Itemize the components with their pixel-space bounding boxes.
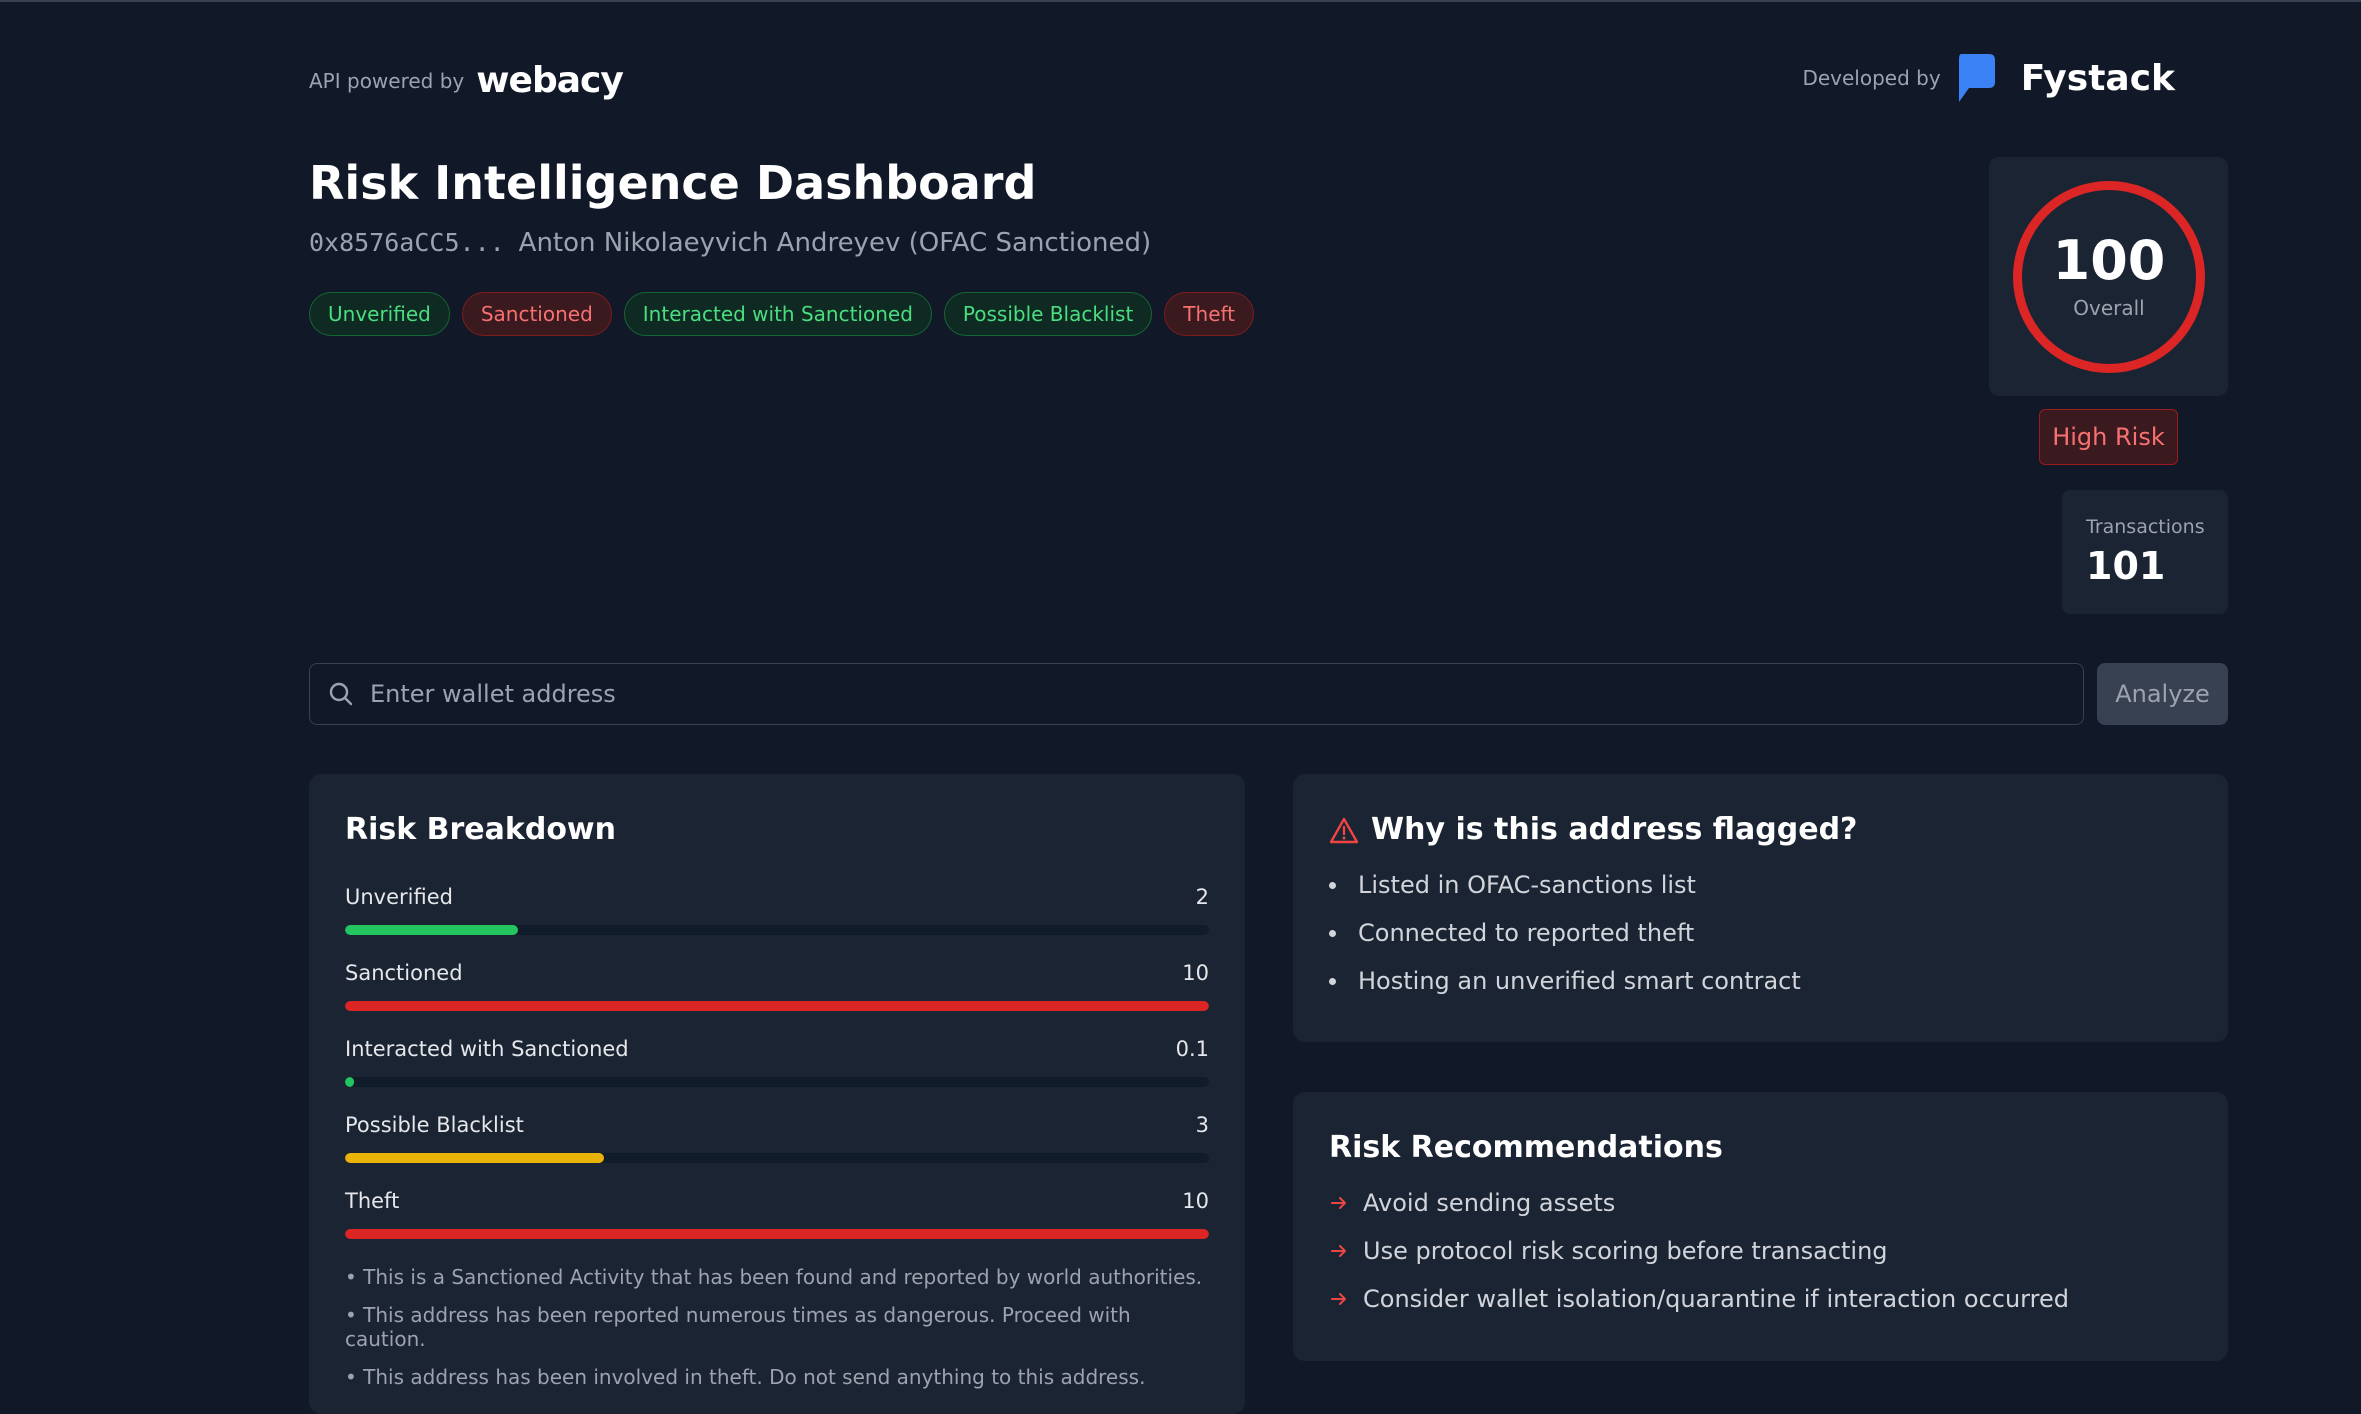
recommendation-text: Consider wallet isolation/quarantine if … <box>1363 1285 2069 1313</box>
risk-breakdown-list: Unverified 2 Sanctioned 10 Interacted with S… <box>345 885 1209 1239</box>
transactions-value: 101 <box>2086 544 2166 588</box>
breakdown-label: Sanctioned <box>345 961 463 985</box>
warning-icon <box>1329 817 1359 843</box>
wallet-address[interactable]: 0x8576aCC5... <box>309 228 505 257</box>
risk-tag: Sanctioned <box>461 292 612 336</box>
flagged-item-text: Connected to reported theft <box>1358 919 1695 947</box>
breakdown-bar-fill <box>345 1077 354 1087</box>
breakdown-bar-fill <box>345 925 518 935</box>
breakdown-value: 3 <box>1195 1113 1209 1137</box>
flagged-item-text: Hosting an unverified smart contract <box>1358 967 1801 995</box>
breakdown-value: 10 <box>1182 961 1209 985</box>
developed-label: Developed by <box>1802 66 1941 90</box>
risk-breakdown-card: Risk Breakdown Unverified 2 Sanctioned 10 In… <box>309 774 1245 1414</box>
risk-tag: Theft <box>1164 292 1255 336</box>
recommendations-list: Avoid sending assets Use protocol risk sc… <box>1329 1189 2192 1313</box>
breakdown-value: 10 <box>1182 1189 1209 1213</box>
breakdown-row: Interacted with Sanctioned 0.1 <box>345 1037 1209 1087</box>
risk-tag: Interacted with Sanctioned <box>623 292 932 336</box>
score-label: Overall <box>2073 296 2145 320</box>
recommendations-title: Risk Recommendations <box>1329 1130 1723 1165</box>
transactions-card: Transactions 101 <box>2062 490 2228 614</box>
risk-breakdown-title: Risk Breakdown <box>345 812 616 847</box>
flagged-item: Listed in OFAC-sanctions list <box>1329 871 2192 899</box>
risk-notes: • This is a Sanctioned Activity that has… <box>345 1265 1209 1389</box>
recommendation-text: Use protocol risk scoring before transac… <box>1363 1237 1888 1265</box>
breakdown-value: 0.1 <box>1175 1037 1209 1061</box>
breakdown-row: Sanctioned 10 <box>345 961 1209 1011</box>
breakdown-bar-track <box>345 1229 1209 1239</box>
breakdown-label: Theft <box>345 1189 400 1213</box>
flagged-item-text: Listed in OFAC-sanctions list <box>1358 871 1696 899</box>
breakdown-row: Theft 10 <box>345 1189 1209 1239</box>
risk-recommendations-card: Risk Recommendations Avoid sending asset… <box>1293 1092 2228 1361</box>
fystack-logo-icon <box>1958 54 1995 102</box>
breakdown-bar-track <box>345 925 1209 935</box>
breakdown-label: Interacted with Sanctioned <box>345 1037 629 1061</box>
flagged-list: Listed in OFAC-sanctions list Connected t… <box>1329 871 2192 995</box>
transactions-label: Transactions <box>2086 516 2205 538</box>
breakdown-bar-track <box>345 1077 1209 1087</box>
arrow-right-icon <box>1331 1245 1346 1257</box>
score-card: 100 Overall <box>1989 157 2228 396</box>
breakdown-value: 2 <box>1195 885 1209 909</box>
risk-note: • This address has been reported numerou… <box>345 1303 1131 1351</box>
risk-tags: Unverified Sanctioned Interacted with Sanc… <box>309 292 1255 336</box>
analyze-button[interactable]: Analyze <box>2097 663 2228 725</box>
search-icon <box>329 682 353 706</box>
breakdown-bar-track <box>345 1153 1209 1163</box>
breakdown-bar-track <box>345 1001 1209 1011</box>
flagged-item: Connected to reported theft <box>1329 919 2192 947</box>
risk-level-badge: High Risk <box>2039 409 2178 465</box>
arrow-right-icon <box>1331 1197 1346 1209</box>
webacy-logo[interactable]: webacy <box>476 60 624 101</box>
breakdown-row: Unverified 2 <box>345 885 1209 935</box>
risk-tag: Possible Blacklist <box>943 292 1153 336</box>
flagged-title: Why is this address flagged? <box>1371 812 1858 847</box>
breakdown-label: Unverified <box>345 885 453 909</box>
breakdown-label: Possible Blacklist <box>345 1113 524 1137</box>
recommendation-item: Avoid sending assets <box>1329 1189 2192 1217</box>
score-value: 100 <box>2052 229 2166 292</box>
powered-label: API powered by <box>309 68 465 93</box>
fystack-brand[interactable]: Fystack <box>2021 58 2175 99</box>
recommendation-text: Avoid sending assets <box>1363 1189 1616 1217</box>
recommendation-item: Consider wallet isolation/quarantine if … <box>1329 1285 2192 1313</box>
arrow-right-icon <box>1331 1293 1346 1305</box>
developed-by: Developed by Fystack <box>1802 52 2175 104</box>
entity-name: Anton Nikolaeyvich Andreyev (OFAC Sancti… <box>518 228 1152 258</box>
wallet-address-input[interactable] <box>368 679 1972 709</box>
breakdown-bar-fill <box>345 1229 1209 1239</box>
breakdown-bar-fill <box>345 1153 605 1163</box>
address-line: 0x8576aCC5... Anton Nikolaeyvich Andreye… <box>309 228 1151 258</box>
breakdown-row: Possible Blacklist 3 <box>345 1113 1209 1163</box>
breakdown-bar-fill <box>345 1001 1209 1011</box>
top-border <box>0 0 2361 2</box>
recommendation-item: Use protocol risk scoring before transac… <box>1329 1237 2192 1265</box>
search-bar <box>309 663 2084 725</box>
score-ring: 100 Overall <box>2013 181 2205 373</box>
page-title: Risk Intelligence Dashboard <box>309 156 1037 210</box>
bullet-icon <box>1329 977 1336 985</box>
flagged-reasons-card: Why is this address flagged? Listed in O… <box>1293 774 2228 1042</box>
risk-tag: Unverified <box>309 292 450 336</box>
risk-note: • This address has been involved in thef… <box>345 1365 1146 1389</box>
risk-note: • This is a Sanctioned Activity that has… <box>345 1265 1203 1289</box>
bullet-icon <box>1329 929 1336 937</box>
bullet-icon <box>1329 881 1336 889</box>
api-powered-by: API powered by webacy <box>309 60 624 101</box>
flagged-item: Hosting an unverified smart contract <box>1329 967 2192 995</box>
